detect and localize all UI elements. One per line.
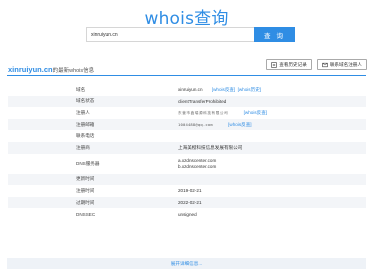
row-key: DNSSEC bbox=[76, 211, 96, 217]
updated-value bbox=[178, 174, 366, 186]
expires-value: 2022-02-21 bbox=[178, 200, 202, 206]
row-status: 域名状态 clientTransferProhibited bbox=[8, 95, 366, 108]
row-domain: 域名 xinruiyun.cn [whois反查] [whois历史] bbox=[8, 84, 366, 96]
domain-history-link[interactable]: [whois历史] bbox=[238, 87, 262, 92]
history-icon bbox=[271, 61, 277, 68]
row-key: 联系电话 bbox=[76, 133, 95, 139]
registrant-image-text: 东营市鑫瑞源科技有限公司 bbox=[178, 110, 229, 115]
email-image-text: 1004488@qq.com bbox=[178, 121, 213, 127]
row-registrant: 注册人 东营市鑫瑞源科技有限公司 [whois反查] bbox=[8, 107, 366, 119]
row-phone: 联系电话 bbox=[8, 130, 366, 142]
history-button[interactable]: 查看历史记录 bbox=[266, 59, 312, 70]
result-heading-suffix: 的最新whois信息 bbox=[52, 68, 95, 74]
expand-details-link[interactable]: 展开详细信息... bbox=[171, 261, 202, 266]
row-key: 注册商 bbox=[76, 144, 90, 150]
row-key: 域名 bbox=[76, 86, 86, 92]
domain-value: xinruiyun.cn bbox=[178, 86, 203, 92]
domain-reverse-lookup-link[interactable]: [whois反查] bbox=[212, 87, 236, 92]
row-dns: DNS服务器 a.xzdnscenter.com b.xzdnscenter.c… bbox=[8, 154, 366, 174]
whois-info-table: 域名 xinruiyun.cn [whois反查] [whois历史] 域名状态… bbox=[8, 84, 366, 220]
dns-server: b.xzdnscenter.com bbox=[178, 163, 217, 169]
created-value: 2019-02-21 bbox=[178, 188, 202, 194]
row-registrar: 注册商 上海美橙科技信息发展有限公司 bbox=[8, 141, 366, 154]
row-key: 更新时间 bbox=[76, 176, 95, 182]
header-divider bbox=[7, 75, 366, 76]
row-created: 注册时间 2019-02-21 bbox=[8, 185, 366, 197]
row-key: 过期时间 bbox=[76, 199, 95, 205]
row-email: 注册邮箱 1004488@qq.com [whois反查] bbox=[8, 118, 366, 131]
row-dnssec: DNSSEC unsigned bbox=[8, 208, 366, 220]
result-domain-link[interactable]: xinruiyun.cn bbox=[8, 65, 53, 74]
row-key: DNS服务器 bbox=[76, 160, 100, 166]
history-button-label: 查看历史记录 bbox=[279, 62, 307, 68]
mail-icon bbox=[322, 62, 328, 67]
row-expires: 过期时间 2022-02-21 bbox=[8, 196, 366, 209]
result-actions: 查看历史记录 联系域名注册人 bbox=[266, 59, 367, 70]
phone-value bbox=[178, 130, 366, 142]
result-header: xinruiyun.cn的最新whois信息 查看历史记录 联系域名注册人 bbox=[8, 59, 367, 74]
row-key: 域名状态 bbox=[76, 98, 95, 104]
row-key: 注册人 bbox=[76, 109, 90, 115]
search-button[interactable]: 查 询 bbox=[254, 27, 295, 42]
search-bar: 查 询 bbox=[86, 27, 295, 42]
more-info-bar: 展开详细信息... bbox=[7, 258, 366, 269]
contact-button-label: 联系域名注册人 bbox=[329, 62, 362, 68]
row-key: 注册时间 bbox=[76, 187, 95, 193]
status-value: clientTransferProhibited bbox=[178, 98, 227, 104]
registrant-reverse-lookup-link[interactable]: [whois反查] bbox=[244, 110, 268, 115]
domain-search-input[interactable] bbox=[86, 27, 254, 42]
email-reverse-lookup-link[interactable]: [whois反查] bbox=[228, 122, 252, 127]
row-key: 注册邮箱 bbox=[76, 121, 95, 127]
site-logo[interactable]: whois查询 bbox=[0, 4, 373, 29]
contact-registrant-button[interactable]: 联系域名注册人 bbox=[316, 59, 367, 70]
registrar-value: 上海美橙科技信息发展有限公司 bbox=[178, 144, 243, 150]
dnssec-value: unsigned bbox=[178, 211, 197, 217]
row-updated: 更新时间 bbox=[8, 173, 366, 186]
